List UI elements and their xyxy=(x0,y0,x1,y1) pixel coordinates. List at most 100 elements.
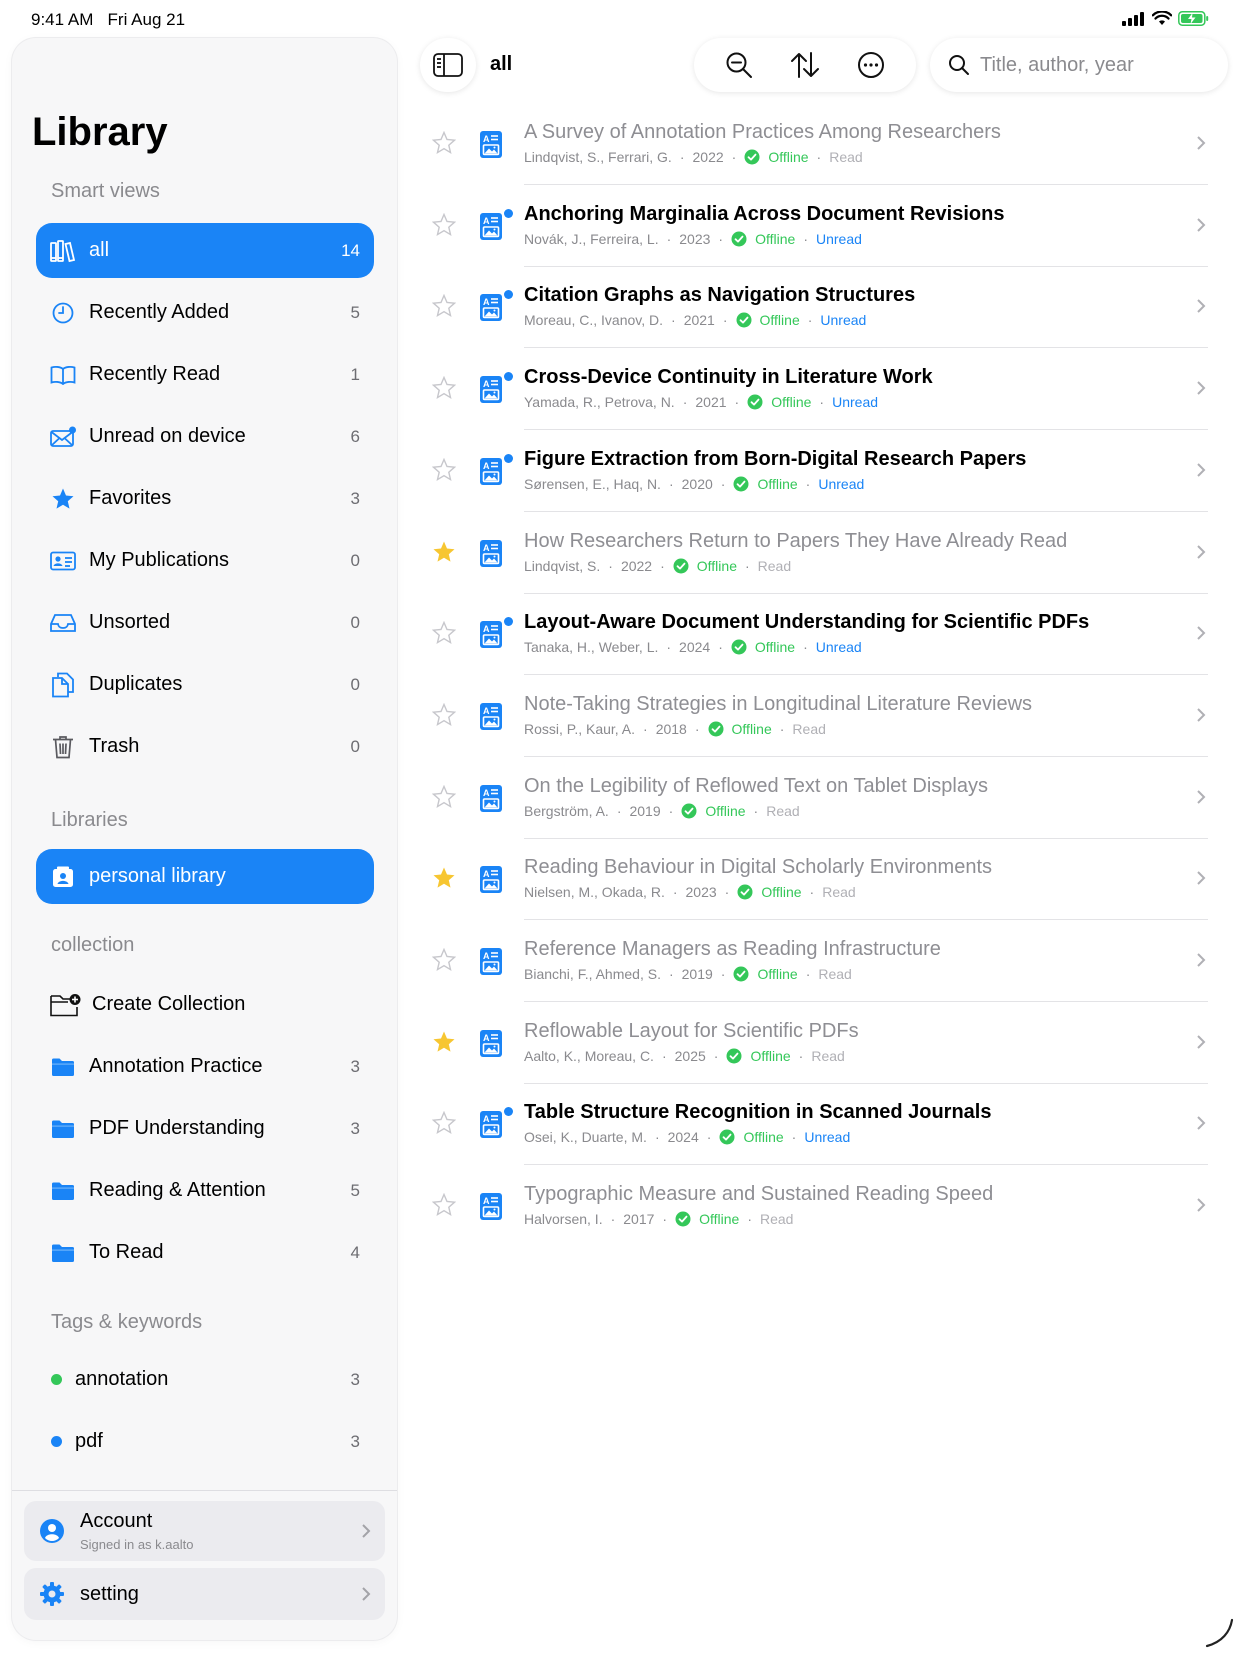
meta-separator: · xyxy=(668,475,674,492)
paper-title: Cross-Device Continuity in Literature Wo… xyxy=(524,366,933,389)
meta-separator: · xyxy=(819,394,825,411)
sidebar-collection-reading-attention[interactable]: Reading & Attention 5 xyxy=(36,1163,374,1218)
search-icon xyxy=(949,55,969,75)
paper-row[interactable]: A On the Legibility of Reflowed Text on … xyxy=(420,757,1208,839)
paper-row[interactable]: A Reflowable Layout for Scientific PDFs … xyxy=(420,1002,1208,1084)
sidebar-item-label: To Read xyxy=(89,1241,164,1263)
sidebar-collection-pdf-understanding[interactable]: PDF Understanding 3 xyxy=(36,1101,374,1156)
offline-check-icon xyxy=(726,1048,742,1064)
sidebar-item-count: 3 xyxy=(350,1056,360,1076)
favorite-star-outline-icon[interactable] xyxy=(432,621,456,645)
document-icon: A xyxy=(480,212,502,240)
favorite-star-outline-icon[interactable] xyxy=(432,457,456,482)
sidebar-item-favorites[interactable]: Favorites 3 xyxy=(36,471,374,526)
paper-row[interactable]: A Cross-Device Continuity in Literature … xyxy=(420,348,1208,431)
paper-row[interactable]: A Table Structure Recognition in Scanned… xyxy=(420,1083,1208,1166)
paper-authors: Bianchi, F., Ahmed, S. xyxy=(524,966,661,982)
paper-meta: Yamada, R., Petrova, N. · 2021 · Offline… xyxy=(524,394,878,410)
document-icon: A xyxy=(480,1111,502,1139)
favorite-star-outline-icon[interactable] xyxy=(432,784,456,809)
favorite-star-outline-icon[interactable] xyxy=(432,131,456,155)
sidebar-item-count: 3 xyxy=(350,488,360,508)
sidebar-item-count: 3 xyxy=(350,1431,360,1451)
sidebar-item-personal-library[interactable]: personal library xyxy=(36,849,374,904)
create-collection-button[interactable]: Create Collection xyxy=(36,977,374,1032)
paper-year: 2022 xyxy=(692,149,724,165)
sidebar-toggle-button[interactable] xyxy=(420,38,476,92)
document-icon: A xyxy=(480,702,502,730)
paper-meta: Bergström, A. · 2019 · Offline · Read xyxy=(524,803,800,819)
meta-separator: · xyxy=(718,639,723,656)
offline-check-icon xyxy=(708,721,724,737)
sidebar-item-duplicates[interactable]: Duplicates 0 xyxy=(36,657,374,712)
offline-check-icon xyxy=(736,312,752,328)
meta-separator: · xyxy=(662,1211,668,1228)
blue-dot-icon xyxy=(50,1436,62,1447)
favorite-star-outline-icon[interactable] xyxy=(432,1111,456,1135)
paper-authors: Rossi, P., Kaur, A. xyxy=(524,720,636,737)
chevron-right-icon xyxy=(1197,789,1206,804)
meta-separator: · xyxy=(720,966,726,982)
search-input[interactable] xyxy=(980,53,1210,77)
zoom-out-button[interactable] xyxy=(725,51,753,79)
favorite-star-filled-icon[interactable] xyxy=(432,540,456,564)
id-card-icon xyxy=(50,548,76,574)
paper-row[interactable]: A Figure Extraction from Born-Digital Re… xyxy=(420,430,1208,512)
sidebar-collection-annotation-practice[interactable]: Annotation Practice 3 xyxy=(36,1039,374,1094)
sidebar-item-recently-added[interactable]: Recently Added 5 xyxy=(36,285,374,340)
favorite-star-filled-icon[interactable] xyxy=(432,1030,456,1054)
paper-row[interactable]: A Layout-Aware Document Understanding fo… xyxy=(420,593,1208,676)
sidebar-item-unsorted[interactable]: Unsorted 0 xyxy=(36,595,374,650)
favorite-star-outline-icon[interactable] xyxy=(432,702,456,727)
more-options-button[interactable] xyxy=(857,51,885,79)
settings-button[interactable]: setting xyxy=(24,1568,385,1620)
favorite-star-outline-icon[interactable] xyxy=(432,294,456,318)
chevron-right-icon xyxy=(1197,217,1206,232)
gear-icon xyxy=(38,1580,66,1608)
paper-meta: Halvorsen, I. · 2017 · Offline · Read xyxy=(524,1211,793,1227)
paper-row[interactable]: A A Survey of Annotation Practices Among… xyxy=(420,103,1208,185)
svg-text:A: A xyxy=(483,1033,490,1043)
search-field[interactable] xyxy=(930,38,1228,92)
sidebar-item-count: 14 xyxy=(341,240,360,260)
offline-status: Offline xyxy=(759,312,800,329)
document-icon: A xyxy=(480,1029,502,1057)
meta-separator: · xyxy=(809,884,815,901)
sidebar-item-unread-on-device[interactable]: Unread on device 6 xyxy=(36,409,374,464)
favorite-star-outline-icon[interactable] xyxy=(432,1193,456,1217)
sort-button[interactable] xyxy=(790,51,820,79)
sidebar-tag-annotation[interactable]: annotation 3 xyxy=(36,1352,374,1407)
favorite-star-outline-icon[interactable] xyxy=(432,212,456,237)
sidebar-item-label: Recently Read xyxy=(89,363,221,385)
sidebar-item-label: Unsorted xyxy=(89,611,171,633)
tag-color-dot xyxy=(50,1429,62,1455)
paper-title: Figure Extraction from Born-Digital Rese… xyxy=(524,447,1027,470)
paper-year: 2019 xyxy=(681,966,713,982)
paper-row[interactable]: A Anchoring Marginalia Across Document R… xyxy=(420,185,1208,267)
sidebar-item-all[interactable]: all 14 xyxy=(36,223,374,278)
sidebar-item-recently-read[interactable]: Recently Read 1 xyxy=(36,347,374,402)
sidebar-tag-pdf[interactable]: pdf 3 xyxy=(36,1414,374,1469)
meta-separator: · xyxy=(643,720,648,737)
paper-row[interactable]: A Reference Managers as Reading Infrastr… xyxy=(420,920,1208,1002)
favorite-star-outline-icon[interactable] xyxy=(432,376,456,400)
sidebar-item-trash[interactable]: Trash 0 xyxy=(36,719,374,774)
chevron-right-icon xyxy=(1197,1034,1206,1049)
read-status: Read xyxy=(757,557,792,574)
paper-row[interactable]: A How Researchers Return to Papers They … xyxy=(420,512,1208,594)
offline-status: Offline xyxy=(699,1211,740,1228)
paper-row[interactable]: A Note-Taking Strategies in Longitudinal… xyxy=(420,675,1208,757)
paper-row[interactable]: A Citation Graphs as Navigation Structur… xyxy=(420,266,1208,349)
favorite-star-filled-icon[interactable] xyxy=(432,866,456,890)
meta-separator: · xyxy=(610,1211,616,1228)
paper-row[interactable]: A Typographic Measure and Sustained Read… xyxy=(420,1165,1208,1247)
unread-indicator-dot xyxy=(504,290,513,300)
sidebar-item-my-publications[interactable]: My Publications 0 xyxy=(36,533,374,588)
sidebar-collection-to-read[interactable]: To Read 4 xyxy=(36,1225,374,1280)
account-button[interactable]: Account Signed in as k.aalto xyxy=(24,1501,385,1561)
favorite-star-outline-icon[interactable] xyxy=(432,948,456,972)
status-time: 9:41 AM Fri Aug 21 xyxy=(31,10,186,29)
paper-row[interactable]: A Reading Behaviour in Digital Scholarly… xyxy=(420,838,1208,921)
paper-title: Anchoring Marginalia Across Document Rev… xyxy=(524,202,1005,225)
current-view-title: all xyxy=(490,53,513,75)
